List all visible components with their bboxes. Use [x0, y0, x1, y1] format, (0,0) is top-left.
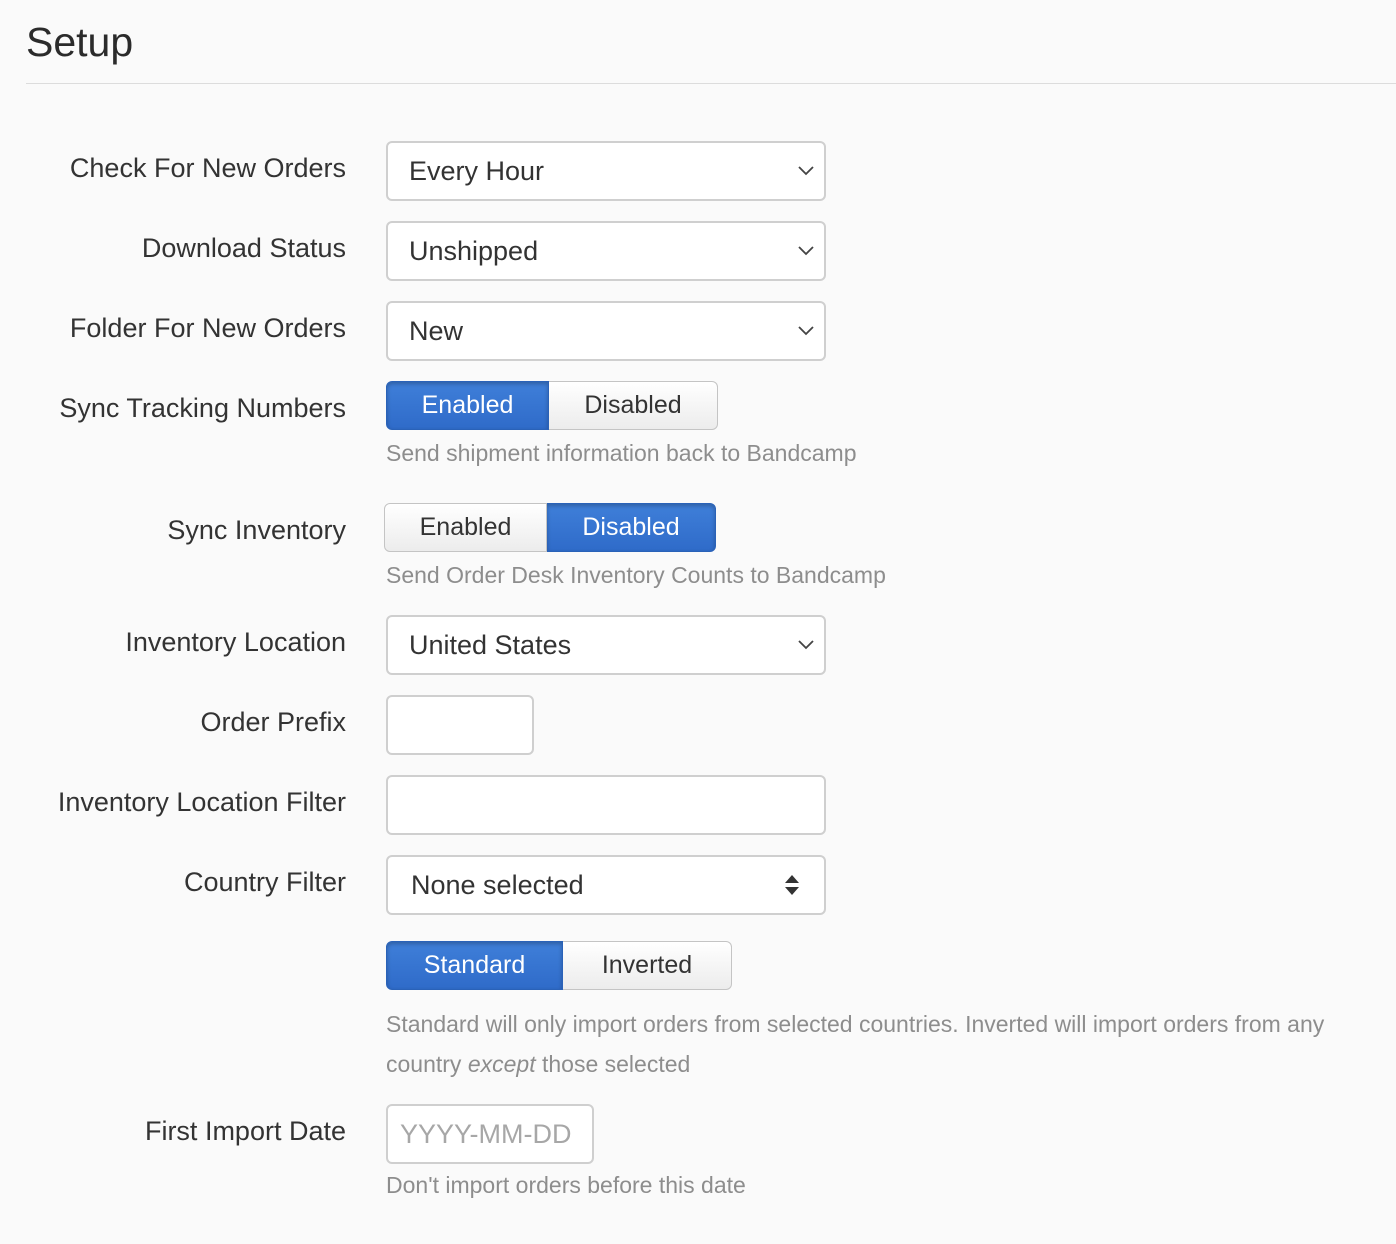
check-new-orders-label: Check For New Orders — [69, 153, 346, 183]
sync-inventory-toggle: Enabled Disabled — [384, 503, 716, 552]
sync-tracking-enabled-button[interactable]: Enabled — [386, 381, 549, 430]
country-filter-inverted-button[interactable]: Inverted — [563, 941, 732, 990]
country-filter-mode-toggle: Standard Inverted — [386, 941, 732, 990]
first-import-date-input[interactable] — [386, 1104, 594, 1164]
download-status-label: Download Status — [141, 233, 346, 263]
chevron-down-icon — [798, 246, 814, 256]
country-filter-value: None selected — [411, 869, 584, 900]
country-filter-label: Country Filter — [183, 867, 346, 897]
folder-new-orders-value: New — [409, 315, 464, 346]
order-prefix-label: Order Prefix — [200, 707, 346, 737]
check-new-orders-select[interactable]: Every Hour — [386, 141, 826, 201]
country-filter-multiselect[interactable]: None selected — [386, 855, 826, 915]
title-divider — [26, 83, 1396, 84]
sync-inventory-label: Sync Inventory — [167, 515, 346, 545]
download-status-value: Unshipped — [409, 235, 539, 266]
inventory-location-value: United States — [409, 629, 572, 660]
country-filter-standard-button[interactable]: Standard — [386, 941, 563, 990]
first-import-date-help: Don't import orders before this date — [386, 1172, 746, 1198]
inventory-location-label: Inventory Location — [125, 627, 346, 657]
first-import-date-label: First Import Date — [144, 1116, 346, 1146]
check-new-orders-value: Every Hour — [409, 155, 545, 186]
sync-tracking-disabled-button[interactable]: Disabled — [549, 381, 718, 430]
order-prefix-input[interactable] — [386, 695, 534, 755]
country-filter-help-emphasis: except — [467, 1051, 536, 1077]
chevron-down-icon — [798, 166, 814, 176]
sync-tracking-help: Send shipment information back to Bandca… — [386, 440, 857, 466]
country-filter-help: Standard will only import orders from se… — [386, 1004, 1386, 1084]
download-status-select[interactable]: Unshipped — [386, 221, 826, 281]
sync-tracking-label: Sync Tracking Numbers — [59, 393, 346, 423]
chevron-down-icon — [798, 326, 814, 336]
page-title: Setup — [26, 19, 134, 65]
folder-new-orders-label: Folder For New Orders — [69, 313, 346, 343]
sort-updown-icon — [785, 875, 799, 895]
chevron-down-icon — [798, 640, 814, 650]
sync-tracking-toggle: Enabled Disabled — [386, 381, 718, 430]
inventory-location-select[interactable]: United States — [386, 615, 826, 675]
inventory-location-filter-label: Inventory Location Filter — [57, 787, 346, 817]
inventory-location-filter-input[interactable] — [386, 775, 826, 835]
sync-inventory-disabled-button[interactable]: Disabled — [547, 503, 716, 552]
sync-inventory-enabled-button[interactable]: Enabled — [384, 503, 547, 552]
sync-inventory-help: Send Order Desk Inventory Counts to Band… — [386, 562, 886, 588]
country-filter-help-text-end: those selected — [535, 1051, 691, 1077]
folder-new-orders-select[interactable]: New — [386, 301, 826, 361]
